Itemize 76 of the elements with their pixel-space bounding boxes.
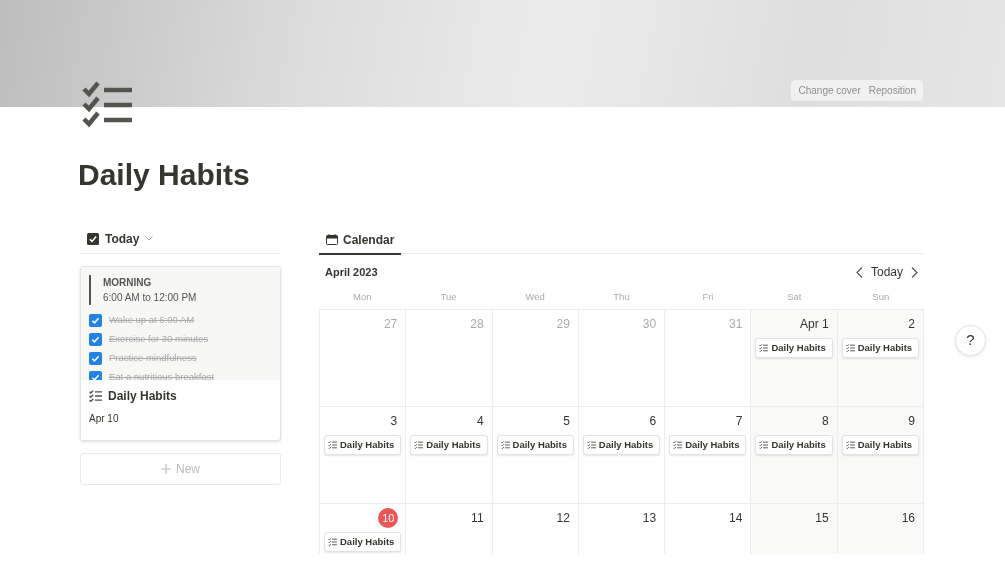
checkbox-icon: [87, 232, 99, 245]
day-number: 4: [476, 413, 484, 430]
day-number: 30: [642, 316, 657, 333]
event-chip[interactable]: Daily Habits: [841, 338, 919, 358]
day-number: 8: [822, 413, 829, 430]
weekday-label: Thu: [612, 290, 631, 304]
day-number: 3: [390, 413, 398, 430]
habit-card[interactable]: MORNING 6:00 AM to 12:00 PM Wake up at 6:00 AM Exercise for 30 minutes Practice mindfulness Eat a nutritious breakfast Daily Habits Apr 10: [80, 266, 281, 441]
day-number: 14: [729, 510, 743, 527]
checkmark-icon: [91, 335, 100, 344]
day-number: 15: [815, 510, 829, 527]
day-number: Apr 1: [800, 316, 829, 333]
section-label: MORNING: [103, 276, 153, 290]
page-title: Daily Habits: [78, 157, 251, 193]
day-number: 12: [556, 510, 570, 527]
task-text: Wake up at 6:00 AM: [109, 313, 195, 328]
event-chip[interactable]: Daily Habits: [410, 435, 488, 455]
weekday-label: Tue: [439, 290, 458, 304]
event-chip[interactable]: Daily Habits: [755, 435, 833, 455]
event-chip[interactable]: Daily Habits: [669, 435, 747, 455]
month-label: April 2023: [325, 264, 378, 280]
view-tab[interactable]: Today: [105, 229, 140, 248]
event-chip[interactable]: Daily Habits: [324, 435, 402, 455]
task-text: Practice mindfulness: [109, 351, 197, 366]
checklist-icon: [845, 441, 855, 449]
plus-icon: [161, 464, 171, 474]
checkmark-icon: [91, 373, 100, 380]
day-number: 31: [729, 316, 743, 333]
day-number: 10: [378, 508, 399, 528]
chevron-down-icon: [145, 236, 154, 241]
day-number: 28: [470, 316, 484, 333]
card-date: Apr 10: [89, 412, 120, 426]
today-button[interactable]: Today: [870, 263, 903, 281]
weekday-label: Sun: [871, 290, 891, 304]
checklist-icon: [89, 390, 102, 402]
day-number: 5: [563, 413, 570, 430]
calendar-tab[interactable]: Calendar: [319, 230, 402, 255]
event-chip[interactable]: Daily Habits: [496, 435, 574, 455]
day-number: 11: [471, 510, 484, 527]
weekday-label: Mon: [351, 290, 373, 304]
checklist-icon: [82, 81, 134, 127]
checkmark-icon: [91, 316, 100, 325]
event-chip[interactable]: Daily Habits: [755, 338, 833, 358]
checklist-icon: [328, 441, 337, 449]
checkbox[interactable]: [89, 314, 102, 327]
weekday-label: Wed: [524, 290, 546, 304]
day-number: 13: [642, 510, 657, 527]
event-chip[interactable]: Daily Habits: [582, 435, 661, 455]
checklist-icon: [845, 344, 855, 352]
checklist-icon: [673, 441, 683, 449]
checklist-icon: [759, 441, 769, 449]
checkbox[interactable]: [89, 333, 102, 346]
card-title: Daily Habits: [108, 388, 177, 405]
checklist-icon: [586, 441, 596, 449]
checkmark-icon: [91, 354, 100, 363]
checkbox[interactable]: [89, 352, 102, 365]
day-number: 27: [383, 316, 398, 333]
event-chip[interactable]: Daily Habits: [841, 435, 919, 455]
task-text: Exercise for 30 minutes: [109, 332, 209, 347]
weekday-label: Sat: [786, 290, 803, 304]
checklist-icon: [500, 441, 510, 449]
time-range: 6:00 AM to 12:00 PM: [103, 291, 198, 305]
day-number: 29: [556, 316, 570, 333]
day-number: 2: [908, 316, 915, 333]
help-button[interactable]: ?: [955, 325, 986, 356]
day-number: 6: [649, 413, 657, 430]
day-number: 16: [901, 510, 915, 527]
event-chip[interactable]: Daily Habits: [324, 532, 402, 552]
calendar-icon: [326, 234, 338, 245]
task-text: Eat a nutritious breakfast: [109, 370, 215, 380]
checklist-icon: [759, 344, 769, 352]
day-number: 7: [735, 413, 743, 430]
day-number: 9: [908, 413, 915, 430]
checklist-icon: [414, 441, 424, 449]
checklist-icon: [328, 538, 337, 546]
weekday-label: Fri: [701, 290, 715, 304]
